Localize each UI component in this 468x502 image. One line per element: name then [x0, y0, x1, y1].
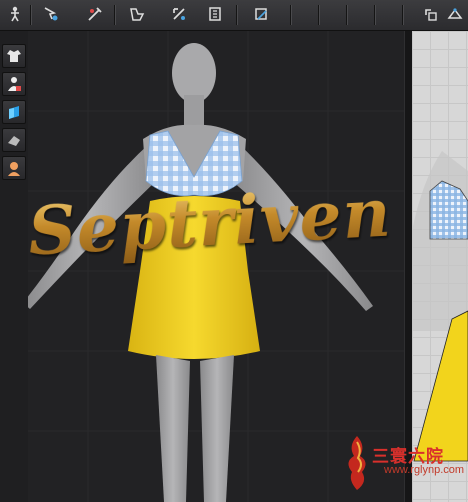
- zipper-icon[interactable]: [204, 3, 226, 25]
- texture-display-icon[interactable]: [2, 100, 26, 124]
- phoenix-logo-icon: [348, 436, 366, 490]
- avatar-display-icon[interactable]: [2, 72, 26, 96]
- toolbar-separator: [346, 5, 347, 25]
- avatar-neck: [184, 95, 204, 127]
- avatar-left-leg: [156, 355, 190, 502]
- avatar-right-arm: [232, 143, 373, 311]
- display-sidebar: [0, 40, 26, 190]
- toolbar-separator: [290, 5, 291, 25]
- toolbar-separator: [402, 5, 403, 25]
- move-pin-icon[interactable]: [40, 3, 62, 25]
- fold-arrangement-icon[interactable]: [126, 3, 148, 25]
- texture-edit-icon[interactable]: [250, 3, 272, 25]
- toolbar-separator: [30, 5, 31, 25]
- pattern-transform-icon[interactable]: [444, 3, 466, 25]
- skin-display-icon[interactable]: [2, 156, 26, 180]
- toolbar-separator: [114, 5, 115, 25]
- avatar-left-arm: [28, 143, 156, 309]
- top-toolbar: [0, 0, 468, 31]
- avatar-silhouette: [412, 151, 468, 331]
- site-stamp: 三寰六院 www.rglynp.com: [340, 428, 468, 500]
- tack-icon[interactable]: [168, 3, 190, 25]
- toolbar-separator: [374, 5, 375, 25]
- surface-display-icon[interactable]: [2, 128, 26, 152]
- select-mesh-icon[interactable]: [4, 3, 26, 25]
- stamp-url-text: www.rglynp.com: [384, 464, 465, 476]
- edit-fold-icon[interactable]: [84, 3, 106, 25]
- avatar-head: [172, 43, 216, 103]
- garment-display-icon[interactable]: [2, 44, 26, 68]
- avatar-right-leg: [200, 355, 234, 502]
- yellow-skirt: [128, 196, 260, 359]
- toolbar-separator: [236, 5, 237, 25]
- pattern-rotate-icon[interactable]: [420, 3, 442, 25]
- toolbar-separator: [318, 5, 319, 25]
